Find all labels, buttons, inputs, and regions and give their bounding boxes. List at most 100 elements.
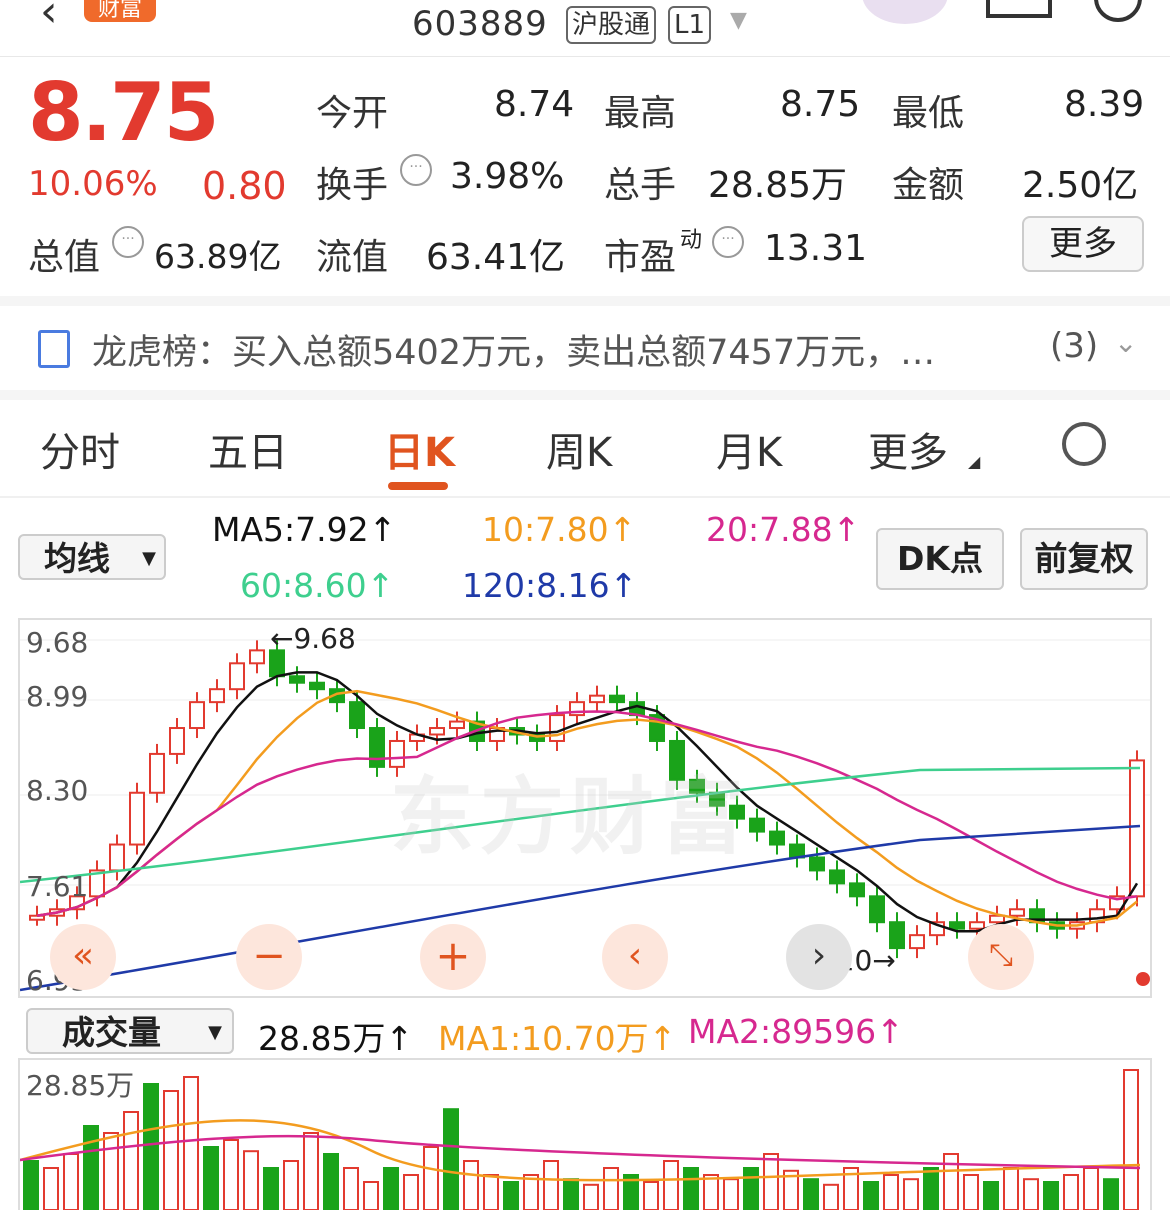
low-value: 8.39 [1064,84,1145,125]
chevron-down-icon[interactable]: ⌄ [1114,326,1137,359]
volume-bar [923,1167,939,1210]
volume-bar [523,1174,539,1210]
volume-bar [983,1181,999,1210]
volume-bar [1103,1178,1119,1210]
volume-chart[interactable]: 28.85万 [18,1058,1152,1210]
volume-bar [723,1178,739,1210]
notice-text: 龙虎榜：买入总额5402万元，卖出总额7457万元，… [92,333,936,373]
volume-bar [143,1083,159,1210]
ma20-label: 20:7.88↑ [706,510,861,549]
open-label: 今开 [316,93,389,134]
notice-count: (3) [1050,326,1099,366]
turnover-value: 3.98% [450,156,565,197]
dk-point-button[interactable]: DK点 [876,528,1004,590]
pe-superscript: 动 [680,228,703,253]
candle-body [609,694,625,704]
adjust-button[interactable]: 前复权 [1020,528,1148,590]
rewind-button[interactable]: « [50,924,116,990]
volume-selector[interactable]: 成交量 ▼ [26,1008,234,1054]
tab-monthly-k[interactable]: 月K [716,420,782,478]
info-icon[interactable]: ··· [400,154,432,186]
zoom-in-button[interactable]: + [420,924,486,990]
candle-body [289,675,305,684]
volume-bar [223,1139,239,1210]
ma60-label: 60:8.60↑ [240,566,395,605]
volume-value: 28.85万 [708,165,848,206]
chevron-down-icon[interactable]: ▼ [730,8,747,33]
candle-body [749,817,765,833]
quote-panel: 8.75 10.06% 0.80 总值 ··· 63.89亿 今开 8.74 最… [0,56,1170,306]
candle-body [209,688,225,704]
volume-bar [443,1108,459,1210]
zoom-out-button[interactable]: − [236,924,302,990]
y-label-top: 9.68 [26,626,89,659]
indicator-selector-label: 均线 [44,539,110,578]
gear-icon[interactable] [1062,422,1106,466]
candle-body [189,701,205,730]
more-button[interactable]: 更多 [1022,216,1144,272]
info-icon[interactable]: ··· [712,226,744,258]
volume-bar [1123,1069,1139,1210]
kline-chart[interactable]: 东方财富 9.68 8.99 8.30 7.61 6.93 ←9.68 7.20… [18,618,1152,998]
volume-svg [20,1069,1141,1210]
previous-button[interactable]: ‹ [602,924,668,990]
search-icon[interactable] [1094,0,1142,22]
fullscreen-button[interactable]: ⤡ [968,924,1034,990]
candle-body [809,856,825,872]
volume-value: 28.85万↑ [258,1019,414,1058]
market-cap-value: 63.89亿 [154,237,282,276]
volume-label: 总手 [604,165,677,206]
high-label: 最高 [604,93,677,134]
next-button[interactable]: › [786,924,852,990]
pe-value: 13.31 [764,228,868,269]
ma5-label: MA5:7.92↑ [212,510,397,549]
volume-selector-label: 成交量 [62,1013,161,1052]
pe-label: 市盈 [604,237,677,278]
back-icon[interactable]: ‹ [40,0,58,37]
candle-body [1009,908,1025,917]
candle-body [949,921,965,930]
volume-bar [1023,1178,1039,1210]
candle-body [989,914,1005,924]
tab-daily-k[interactable]: 日K [384,420,455,478]
tab-more[interactable]: 更多 [868,420,948,478]
volume-bar [663,1160,679,1210]
volume-bar [1043,1181,1059,1210]
volume-bar [803,1178,819,1210]
volume-bar [403,1174,419,1210]
volume-bar [423,1146,439,1210]
dragon-tiger-notice[interactable]: 龙虎榜：买入总额5402万元，卖出总额7457万元，… (3) ⌄ [0,306,1170,400]
window-icon[interactable] [986,0,1052,18]
volume-bar [263,1167,279,1210]
turnover-label: 换手 [316,165,389,206]
volume-bar [203,1146,219,1210]
high-annotation: ←9.68 [270,622,356,655]
y-label-2: 8.99 [26,680,89,713]
ma10-label: 10:7.80↑ [482,510,637,549]
info-icon[interactable]: ··· [112,226,144,258]
tab-five-day[interactable]: 五日 [208,420,288,478]
tab-weekly-k[interactable]: 周K [546,420,612,478]
avatar[interactable] [862,0,948,24]
volume-bar [903,1178,919,1210]
volume-bar [543,1160,559,1210]
volume-bar [463,1160,479,1210]
candle-body [829,869,845,885]
volume-bar [383,1167,399,1210]
tab-intraday[interactable]: 分时 [40,420,120,478]
volume-bar [43,1167,59,1210]
indicator-selector[interactable]: 均线 ▼ [18,534,166,580]
volume-bar [83,1125,99,1210]
volume-axis-label: 28.85万 [26,1069,135,1102]
candle-body [29,914,45,921]
candle-body [229,662,245,691]
candle-body [969,921,985,930]
market-cap-label: 总值 [28,237,101,278]
volume-bar [103,1132,119,1210]
candle-body [349,701,365,730]
float-cap-label: 流值 [316,237,389,278]
candle-body [169,727,185,755]
change-percent: 10.06% [28,164,158,204]
volume-bar [703,1174,719,1210]
document-icon [38,330,70,368]
